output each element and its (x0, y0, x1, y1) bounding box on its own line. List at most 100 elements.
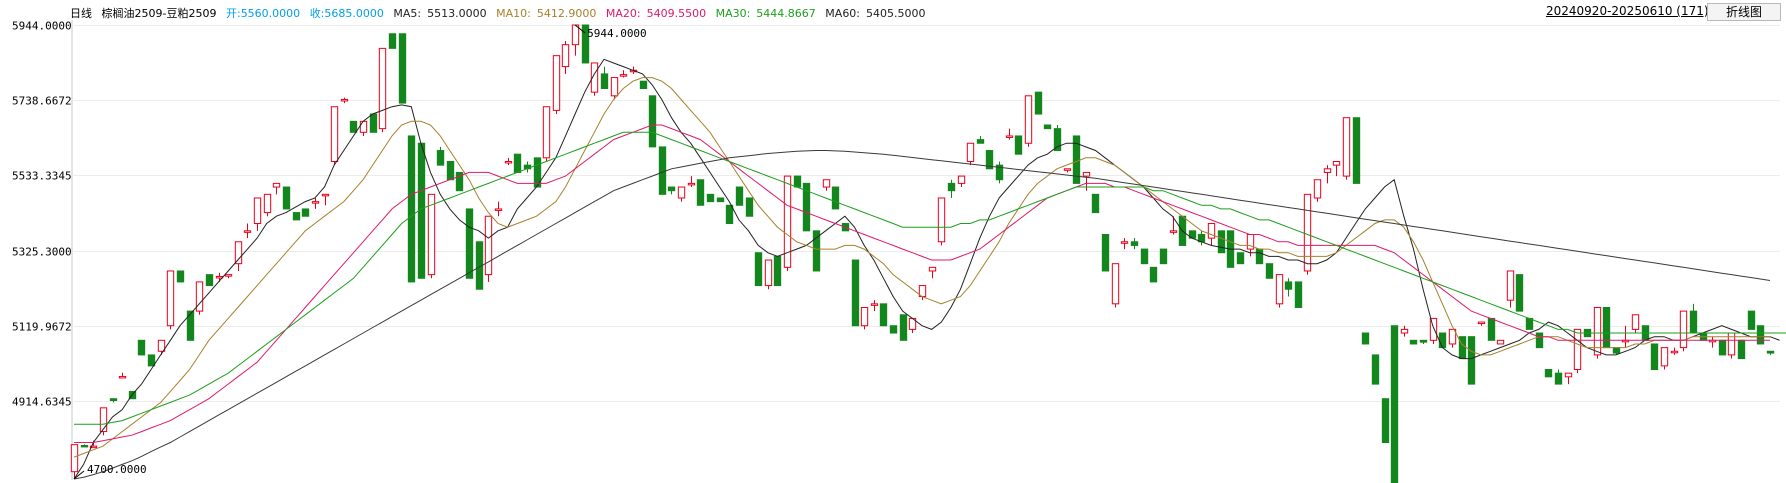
candle-body (1149, 266, 1158, 283)
candle-body (928, 266, 937, 272)
candle-body (648, 95, 657, 148)
candle-body (513, 153, 522, 173)
candle-body (899, 314, 908, 341)
candle-body (793, 175, 802, 188)
candle-body (1679, 310, 1688, 349)
candle-body (725, 204, 734, 225)
candle-body (1381, 398, 1390, 444)
candle-body (1063, 168, 1072, 171)
candle-body (1169, 230, 1178, 233)
candle-body (870, 303, 879, 306)
candle-body (696, 179, 705, 206)
candle-body (1024, 95, 1033, 144)
candle-body (1140, 248, 1149, 265)
candle-body (639, 80, 648, 90)
candle-body (1275, 274, 1284, 305)
candle-body (70, 444, 79, 473)
candle-body (407, 135, 416, 283)
candle-body (1612, 347, 1621, 354)
candle-body (1236, 252, 1245, 265)
candle-body (311, 201, 320, 204)
candle-body (359, 120, 368, 133)
candle-body (427, 193, 436, 276)
candle-body (1313, 179, 1322, 199)
candle-body (1120, 241, 1129, 244)
candle-body (494, 208, 503, 211)
candle-body (677, 186, 686, 199)
candle-body (388, 33, 397, 49)
candle-body (1323, 168, 1332, 173)
candle-body (1660, 347, 1669, 367)
candle-body (1371, 354, 1380, 385)
candle-body (109, 398, 118, 402)
high-label: 5944.0000 (587, 27, 647, 40)
candle-body (1332, 160, 1341, 166)
candle-body (658, 146, 667, 195)
candle-body (1689, 310, 1698, 334)
candle-body (1573, 328, 1582, 371)
candle-body (1342, 117, 1351, 177)
candle-body (166, 270, 175, 327)
candle-body (301, 208, 310, 217)
candle-body (340, 98, 349, 102)
candle-body (600, 73, 609, 90)
candle-body (735, 186, 744, 206)
candle-body (966, 142, 975, 162)
candle-body (1361, 332, 1370, 345)
candle-body (1130, 241, 1139, 246)
candle-body (1602, 306, 1611, 349)
y-tick-label: 5944.0000 (12, 20, 72, 33)
candle-body (243, 230, 252, 233)
candle-body (147, 354, 156, 367)
candle-body (186, 310, 195, 341)
candle-body (1091, 193, 1100, 214)
candle-body (667, 186, 676, 192)
candle-body (947, 182, 956, 192)
candle-body (1535, 332, 1544, 349)
candle-body (1400, 328, 1409, 334)
candle-body (860, 306, 869, 327)
candle-body (1159, 248, 1168, 265)
candle-body (1390, 325, 1399, 483)
candle-body (1255, 248, 1264, 265)
candle-body (205, 274, 214, 287)
candle-body (754, 252, 763, 287)
candle-body (1670, 350, 1679, 354)
y-tick-label: 5533.3345 (12, 170, 72, 183)
candle-body (1043, 124, 1052, 130)
candle-body (446, 160, 455, 181)
candle-body (1650, 343, 1659, 371)
candle-body (1487, 317, 1496, 341)
candle-body (1082, 171, 1091, 177)
candle-body (976, 139, 985, 144)
ma20-line (74, 124, 1770, 443)
candle-body (349, 120, 358, 133)
y-tick-label: 4914.6345 (12, 396, 72, 409)
candle-body (687, 182, 696, 186)
candle-body (484, 215, 493, 276)
candle-body (561, 44, 570, 68)
candle-body (1737, 339, 1746, 360)
candle-body (321, 193, 330, 197)
candle-body (1554, 372, 1563, 385)
candlestick-chart: 5944.0000 5738.6672 5533.3345 5325.3000 5119… (12, 20, 1786, 483)
candle-body (1101, 233, 1110, 272)
candle-body (378, 47, 387, 130)
candle-body (1265, 263, 1274, 279)
candle-body (1419, 339, 1428, 343)
candle-body (879, 303, 888, 327)
candle-body (552, 55, 561, 111)
candle-body (1467, 336, 1476, 385)
candle-body (1005, 135, 1014, 138)
low-label: 4700.0000 (87, 463, 147, 476)
candle-body (282, 186, 291, 210)
candle-body (957, 175, 966, 184)
candle-body (822, 179, 831, 188)
candle-body (465, 208, 474, 279)
candle-body (571, 24, 580, 46)
candle-body (369, 113, 378, 133)
candle-body (716, 197, 725, 203)
candle-body (706, 193, 715, 203)
candle-body (1496, 339, 1505, 345)
candle-body (436, 150, 445, 166)
